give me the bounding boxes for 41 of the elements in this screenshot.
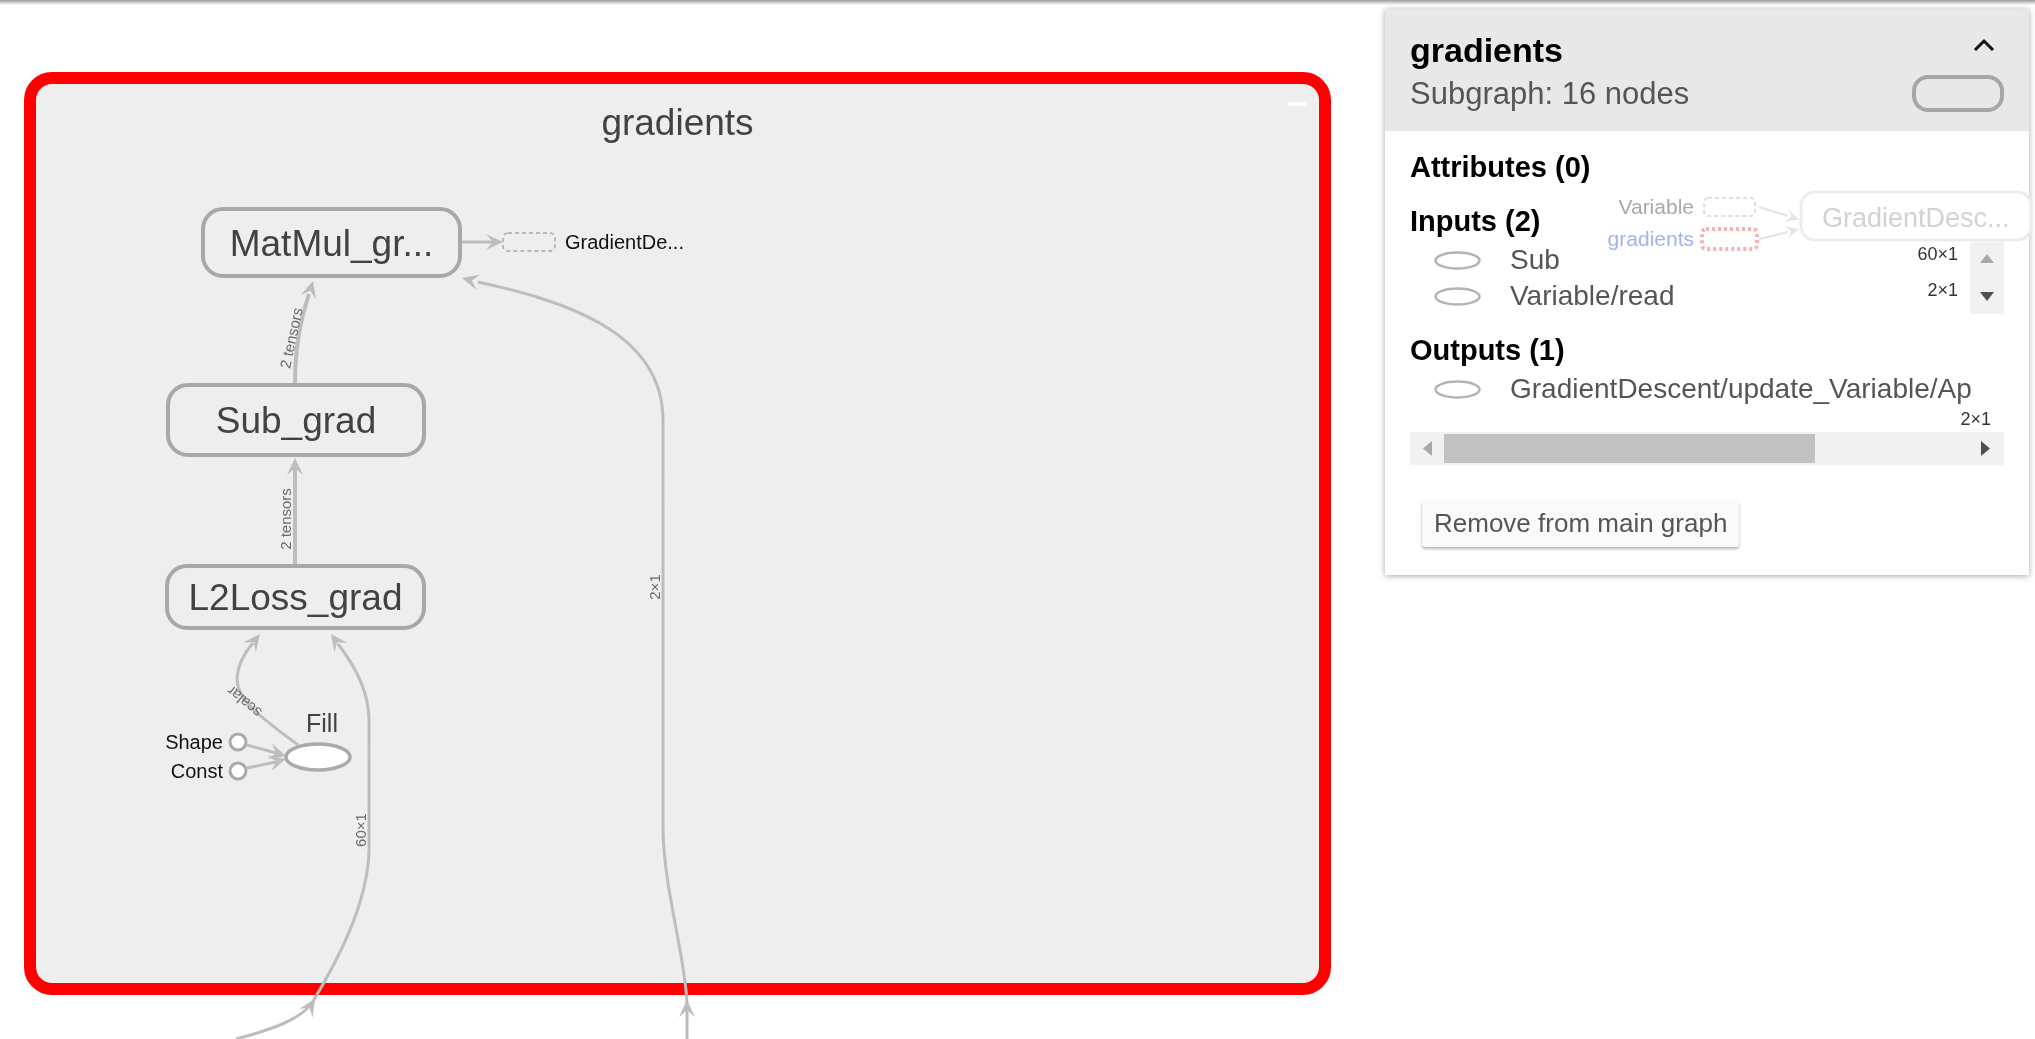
node-subtitle: Subgraph: 16 nodes: [1410, 75, 1690, 112]
node-link[interactable]: GradientDescent/update_Variable/Ap: [1510, 371, 1972, 407]
ellipse-icon: [1434, 250, 1481, 270]
preview-input-node: gradients: [1607, 227, 1759, 251]
caret-right-icon[interactable]: [1981, 441, 1990, 456]
vertical-scrollbar[interactable]: [1970, 242, 2004, 314]
group-node[interactable]: MatMul_gr...: [201, 207, 462, 278]
node-link[interactable]: Sub: [1510, 242, 1560, 278]
edge-arrow: [1758, 206, 1799, 222]
op-node[interactable]: Fill: [284, 709, 352, 772]
caret-left-icon[interactable]: [1423, 441, 1432, 456]
subgraph-title: gradients: [601, 101, 754, 145]
group-node[interactable]: L2Loss_grad: [165, 564, 426, 630]
constant-node[interactable]: Shape: [165, 731, 248, 753]
chevron-up-icon[interactable]: [1973, 38, 1995, 52]
group-node[interactable]: Sub_grad: [166, 383, 426, 457]
constant-node[interactable]: Const: [170, 760, 248, 782]
ellipse-icon: [1434, 379, 1481, 399]
edge-arrow: [1758, 226, 1799, 240]
caret-down-icon[interactable]: [1980, 292, 1994, 301]
caret-up-icon[interactable]: [1980, 254, 1994, 263]
horizontal-scrollbar[interactable]: [1410, 432, 2004, 465]
edge-label: 2 tensors: [276, 306, 306, 370]
dimensions-label: 60×1: [1917, 243, 1958, 266]
rounded-rectangle-icon: [1912, 75, 2004, 112]
node-link[interactable]: Variable/read: [1510, 278, 1675, 314]
bridge-node[interactable]: GradientDe...: [502, 231, 684, 253]
node-title: gradients: [1410, 30, 1564, 70]
ellipse-icon: [1434, 286, 1481, 306]
section-heading: Outputs (1): [1410, 333, 1565, 368]
scrollbar-thumb[interactable]: [1444, 434, 1815, 463]
edge-label: 2 tensors: [276, 488, 294, 550]
dimensions-label: 2×1: [1927, 279, 1958, 302]
section-heading: Inputs (2): [1410, 204, 1541, 239]
remove-from-graph-button[interactable]: Remove from main graph: [1422, 500, 1740, 547]
preview-input-node: Variable: [1618, 195, 1756, 218]
section-heading: Attributes (0): [1410, 150, 1591, 185]
dimensions-label: 2×1: [1960, 408, 1991, 431]
edge-label: 2×1: [645, 574, 663, 600]
edge-label: 60×1: [351, 813, 369, 847]
edge-arrow: [462, 234, 503, 250]
